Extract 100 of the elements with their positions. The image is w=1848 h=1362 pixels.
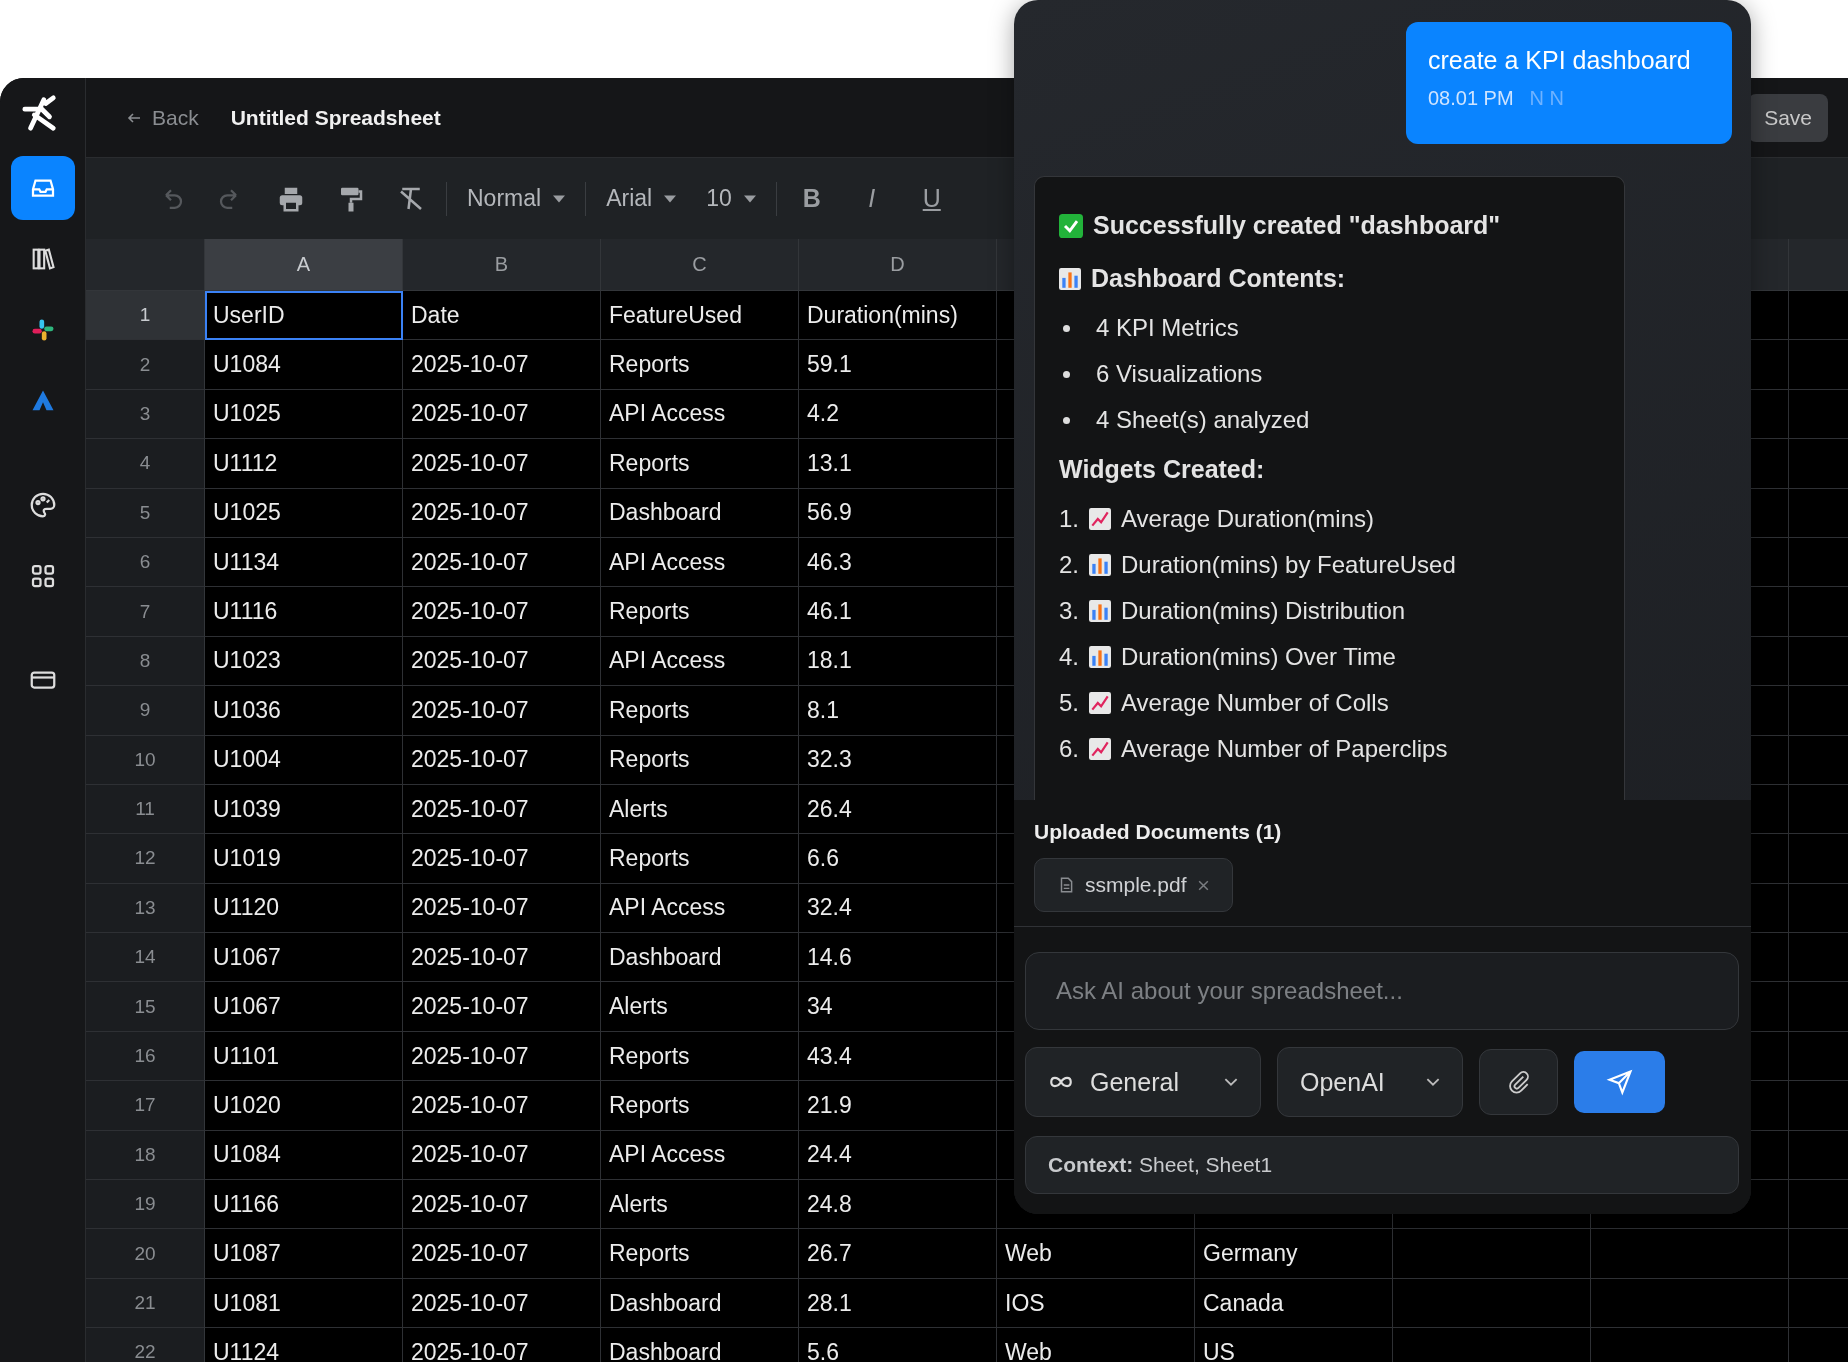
table-cell[interactable]: 21.9 — [799, 1081, 997, 1131]
table-cell[interactable]: 56.9 — [799, 488, 997, 538]
font-dropdown[interactable]: Arial — [606, 185, 677, 212]
table-cell[interactable] — [1591, 1278, 1789, 1329]
table-cell[interactable]: 2025-10-07 — [403, 340, 601, 390]
row-number[interactable]: 19 — [86, 1180, 205, 1230]
table-cell[interactable]: UserID — [205, 291, 403, 341]
table-cell[interactable]: API Access — [601, 883, 799, 934]
table-cell[interactable]: 13.1 — [799, 439, 997, 489]
table-cell[interactable]: Dashboard — [601, 488, 799, 538]
table-cell[interactable]: U1023 — [205, 636, 403, 687]
table-cell[interactable]: U1166 — [205, 1180, 403, 1230]
table-cell[interactable]: FeatureUsed — [601, 291, 799, 341]
table-cell[interactable]: U1025 — [205, 389, 403, 440]
table-cell[interactable]: API Access — [601, 1130, 799, 1181]
table-cell[interactable]: Reports — [601, 735, 799, 785]
row-number[interactable]: 3 — [86, 389, 205, 440]
mode-dropdown[interactable]: General — [1025, 1047, 1261, 1117]
table-cell[interactable]: 2025-10-07 — [403, 1328, 601, 1362]
inbox-button[interactable] — [10, 156, 75, 220]
table-cell[interactable]: 2025-10-07 — [403, 933, 601, 983]
table-cell[interactable] — [1591, 1229, 1789, 1279]
row-number[interactable]: 17 — [86, 1081, 205, 1131]
table-cell[interactable]: 2025-10-07 — [403, 1229, 601, 1279]
table-cell[interactable]: API Access — [601, 636, 799, 687]
row-number[interactable]: 20 — [86, 1229, 205, 1279]
table-cell[interactable]: 24.4 — [799, 1130, 997, 1181]
table-cell[interactable]: 2025-10-07 — [403, 537, 601, 588]
table-cell[interactable]: Reports — [601, 1081, 799, 1131]
table-cell[interactable]: 32.3 — [799, 735, 997, 785]
table-cell[interactable]: 46.1 — [799, 587, 997, 637]
row-number[interactable]: 14 — [86, 933, 205, 983]
row-number[interactable]: 13 — [86, 883, 205, 934]
row-number[interactable]: 12 — [86, 834, 205, 884]
table-cell[interactable]: 43.4 — [799, 1031, 997, 1082]
table-cell[interactable]: U1101 — [205, 1031, 403, 1082]
table-cell[interactable]: 2025-10-07 — [403, 636, 601, 687]
table-cell[interactable]: 24.8 — [799, 1180, 997, 1230]
row-number[interactable]: 5 — [86, 488, 205, 538]
table-cell[interactable] — [1393, 1278, 1591, 1329]
table-cell[interactable]: U1087 — [205, 1229, 403, 1279]
row-number[interactable]: 21 — [86, 1278, 205, 1329]
table-cell[interactable]: U1004 — [205, 735, 403, 785]
table-cell[interactable]: Reports — [601, 439, 799, 489]
row-number[interactable]: 22 — [86, 1328, 205, 1362]
table-cell[interactable]: 28.1 — [799, 1278, 997, 1329]
table-cell[interactable]: U1120 — [205, 883, 403, 934]
table-cell[interactable]: Reports — [601, 340, 799, 390]
table-cell[interactable]: U1025 — [205, 488, 403, 538]
table-cell[interactable]: 2025-10-07 — [403, 389, 601, 440]
table-cell[interactable]: 2025-10-07 — [403, 735, 601, 785]
table-cell[interactable]: 26.4 — [799, 784, 997, 835]
model-dropdown[interactable]: OpenAI — [1277, 1047, 1463, 1117]
row-number[interactable]: 11 — [86, 784, 205, 835]
italic-button[interactable]: I — [856, 184, 887, 213]
table-cell[interactable]: Reports — [601, 834, 799, 884]
row-number[interactable]: 18 — [86, 1130, 205, 1181]
table-cell[interactable]: 18.1 — [799, 636, 997, 687]
table-cell[interactable]: 32.4 — [799, 883, 997, 934]
column-header[interactable]: C — [601, 239, 799, 291]
row-number[interactable]: 15 — [86, 982, 205, 1032]
table-cell[interactable]: 4.2 — [799, 389, 997, 440]
table-cell[interactable]: 2025-10-07 — [403, 1130, 601, 1181]
table-cell[interactable]: Dashboard — [601, 933, 799, 983]
table-cell[interactable]: U1116 — [205, 587, 403, 637]
table-cell[interactable]: US — [1195, 1328, 1393, 1362]
row-number[interactable]: 16 — [86, 1031, 205, 1082]
table-cell[interactable]: U1084 — [205, 340, 403, 390]
table-cell[interactable]: 6.6 — [799, 834, 997, 884]
attach-button[interactable] — [1479, 1049, 1558, 1115]
table-cell[interactable]: 2025-10-07 — [403, 834, 601, 884]
text-style-dropdown[interactable]: Normal — [467, 185, 566, 212]
font-size-dropdown[interactable]: 10 — [706, 185, 756, 212]
table-cell[interactable]: 2025-10-07 — [403, 488, 601, 538]
table-cell[interactable]: Alerts — [601, 784, 799, 835]
table-cell[interactable]: 2025-10-07 — [403, 1180, 601, 1230]
input-field[interactable]: Ask AI about your spreadsheet... — [1025, 952, 1739, 1030]
table-cell[interactable]: 46.3 — [799, 537, 997, 588]
table-cell[interactable]: Reports — [601, 686, 799, 736]
table-cell[interactable]: U1067 — [205, 933, 403, 983]
table-cell[interactable]: Alerts — [601, 1180, 799, 1230]
table-cell[interactable]: U1019 — [205, 834, 403, 884]
table-cell[interactable]: API Access — [601, 389, 799, 440]
table-cell[interactable]: U1134 — [205, 537, 403, 588]
table-cell[interactable]: Alerts — [601, 982, 799, 1032]
back-link[interactable]: Back — [126, 105, 199, 130]
table-cell[interactable]: Web — [997, 1229, 1195, 1279]
table-cell[interactable]: U1084 — [205, 1130, 403, 1181]
table-cell[interactable]: Dashboard — [601, 1328, 799, 1362]
table-cell[interactable]: U1067 — [205, 982, 403, 1032]
table-cell[interactable]: 14.6 — [799, 933, 997, 983]
table-cell[interactable]: 5.6 — [799, 1328, 997, 1362]
send-button[interactable] — [1574, 1051, 1665, 1113]
table-cell[interactable]: Reports — [601, 1031, 799, 1082]
table-cell[interactable]: 34 — [799, 982, 997, 1032]
table-cell[interactable]: 2025-10-07 — [403, 1278, 601, 1329]
table-cell[interactable]: U1081 — [205, 1278, 403, 1329]
table-cell[interactable]: Reports — [601, 1229, 799, 1279]
table-cell[interactable]: 2025-10-07 — [403, 439, 601, 489]
bold-button[interactable]: B — [796, 184, 827, 213]
